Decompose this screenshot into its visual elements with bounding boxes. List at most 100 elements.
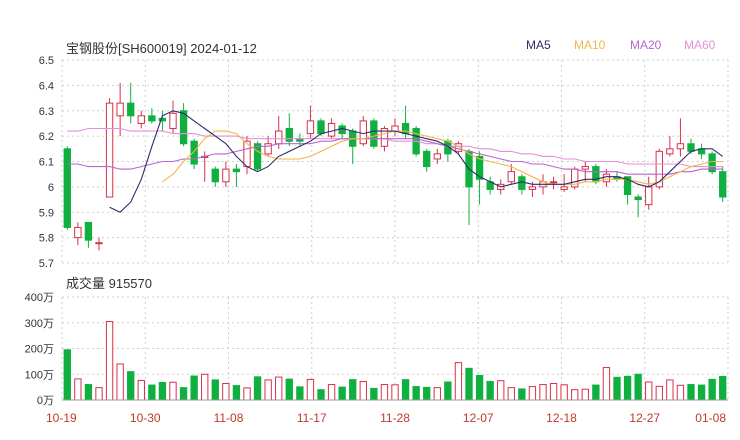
x-tick-label: 01-08 bbox=[695, 411, 726, 425]
candle-down bbox=[84, 221, 93, 241]
volume-bar bbox=[327, 384, 336, 401]
x-tick-label: 12-18 bbox=[546, 411, 577, 425]
volume-bar bbox=[275, 376, 283, 401]
candle-down bbox=[687, 143, 695, 152]
volume-bar bbox=[454, 362, 463, 401]
volume-bar bbox=[243, 387, 251, 401]
x-tick-label: 12-07 bbox=[463, 411, 494, 425]
candle-up bbox=[116, 102, 124, 117]
candle-up bbox=[581, 166, 589, 170]
candle-up bbox=[222, 168, 230, 183]
volume-bar bbox=[423, 386, 431, 401]
volume-bar bbox=[370, 387, 378, 401]
volume-bar bbox=[317, 389, 325, 401]
price-ytick-label: 5.7 bbox=[39, 258, 54, 270]
volume-bar bbox=[623, 375, 632, 401]
x-tick-label: 12-27 bbox=[629, 411, 660, 425]
candle-down bbox=[253, 143, 262, 170]
candle-up bbox=[359, 120, 367, 145]
volume-bar bbox=[602, 367, 611, 401]
volume-bar bbox=[63, 349, 71, 401]
x-tick-label: 10-19 bbox=[46, 411, 77, 425]
x-tick-label: 10-30 bbox=[130, 411, 161, 425]
x-tick-label: 11-17 bbox=[297, 411, 327, 425]
volume-bar bbox=[655, 385, 663, 401]
volume-bar bbox=[539, 384, 547, 401]
candle-down bbox=[370, 120, 378, 147]
candle-up bbox=[391, 125, 399, 132]
volume-bar bbox=[412, 386, 420, 401]
price-ytick-label: 6.4 bbox=[39, 80, 54, 92]
candle-down bbox=[148, 115, 156, 122]
x-tick-label: 11-08 bbox=[214, 411, 244, 425]
volume-bar bbox=[211, 379, 219, 401]
volume-bar bbox=[666, 379, 674, 401]
volume-bar bbox=[190, 375, 198, 401]
volume-bar bbox=[179, 387, 188, 401]
volume-bar bbox=[592, 384, 600, 401]
kline-chart: 6.5 6.4 6.3 6.2 6.1 6 5.9 5.8 5.7 400万 300万 200万 100… bbox=[25, 55, 729, 425]
candle-up bbox=[507, 171, 515, 183]
volume-bar bbox=[127, 371, 135, 401]
volume-bar bbox=[338, 386, 346, 401]
price-ytick-label: 6.2 bbox=[39, 131, 54, 143]
volume-bar bbox=[549, 383, 558, 401]
candle-up bbox=[549, 181, 558, 184]
candle-down bbox=[634, 196, 642, 201]
candle-down bbox=[211, 168, 219, 183]
volume-bar bbox=[634, 373, 642, 401]
volume-bar bbox=[687, 384, 695, 401]
price-ytick-label: 6.5 bbox=[39, 55, 54, 67]
volume-bar bbox=[296, 386, 304, 401]
volume-bar bbox=[528, 386, 537, 401]
volume-bar bbox=[581, 388, 589, 401]
grid bbox=[61, 59, 729, 401]
volume-bar bbox=[169, 381, 177, 401]
volume-bar bbox=[285, 378, 293, 401]
volume-bar bbox=[518, 388, 526, 401]
candle-down bbox=[285, 128, 293, 142]
candle-down bbox=[518, 176, 526, 190]
volume-ytick-label: 0万 bbox=[37, 395, 54, 407]
candle-down bbox=[190, 140, 198, 165]
volume-bar bbox=[708, 378, 716, 401]
volume-ytick-label: 400万 bbox=[25, 292, 54, 304]
price-ytick-label: 5.9 bbox=[39, 207, 54, 219]
candle-down bbox=[179, 110, 188, 145]
volume-bar bbox=[613, 376, 621, 401]
candle-down bbox=[719, 171, 727, 198]
volume-bar bbox=[645, 381, 653, 401]
volume-bar bbox=[105, 320, 114, 401]
candle-up bbox=[602, 173, 611, 183]
volume-bar bbox=[697, 384, 706, 401]
candle-down bbox=[423, 150, 431, 168]
volume-bar bbox=[116, 363, 124, 401]
volume-bar bbox=[137, 379, 145, 401]
volume-bar bbox=[560, 384, 568, 401]
candle-up bbox=[306, 120, 315, 135]
candle-up bbox=[676, 143, 685, 150]
volume-bar bbox=[391, 384, 399, 401]
volume-ytick-label: 100万 bbox=[25, 369, 54, 381]
candle-down bbox=[127, 102, 135, 117]
volume-bar bbox=[497, 380, 505, 401]
candle-down bbox=[232, 168, 241, 173]
volume-bar bbox=[401, 379, 410, 401]
candle-up bbox=[137, 115, 145, 124]
volume-bar bbox=[719, 375, 727, 401]
volume-bar bbox=[158, 381, 167, 401]
volume-bar bbox=[475, 375, 484, 401]
volume-bar bbox=[148, 384, 156, 401]
candle-up bbox=[327, 122, 336, 137]
volume-bar bbox=[74, 378, 82, 401]
volume-bar bbox=[349, 379, 357, 401]
volume-ytick-label: 300万 bbox=[25, 318, 54, 330]
candle-up bbox=[560, 186, 568, 190]
price-ytick-label: 5.8 bbox=[39, 233, 54, 245]
x-tick-label: 11-28 bbox=[380, 411, 410, 425]
candle-up bbox=[95, 242, 103, 245]
candle-down bbox=[63, 148, 71, 228]
volume-bar bbox=[433, 387, 441, 401]
candle-down bbox=[317, 120, 325, 135]
candle-up bbox=[105, 102, 114, 198]
